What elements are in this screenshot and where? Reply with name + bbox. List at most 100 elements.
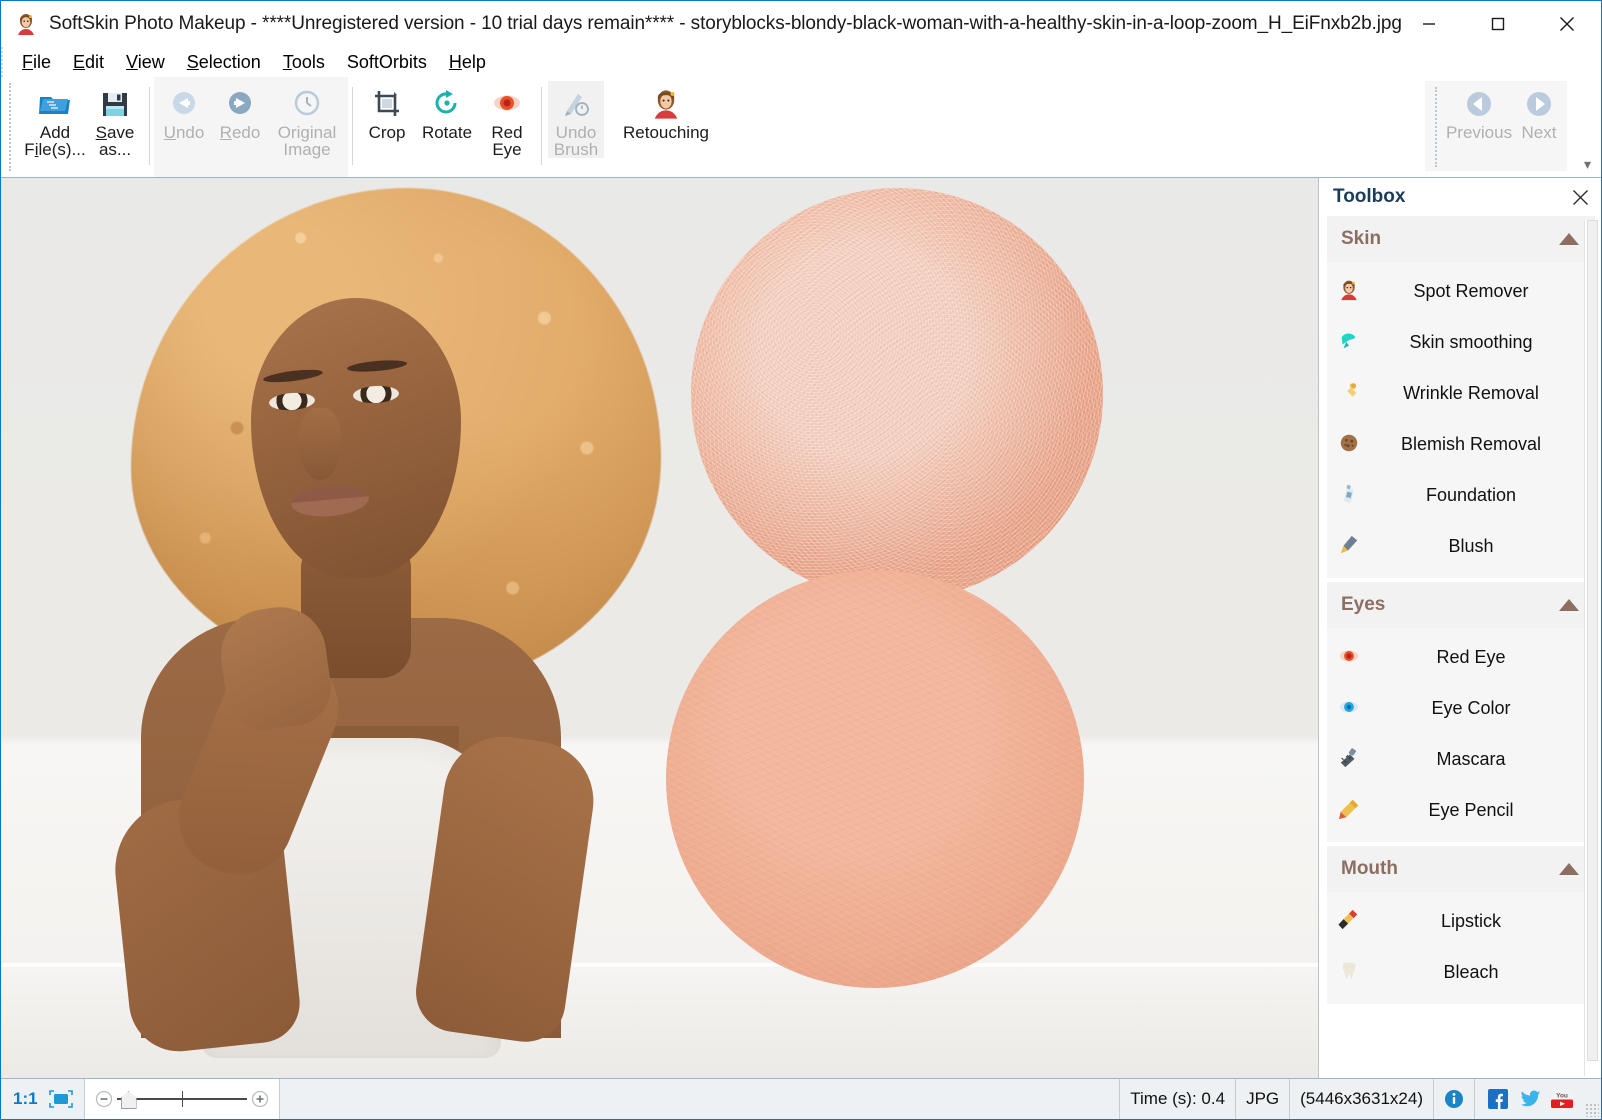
menu-selection[interactable]: Selection: [176, 52, 272, 73]
menu-edit[interactable]: Edit: [62, 52, 115, 73]
wrinkle-tool-icon: [1327, 381, 1371, 407]
pencil-icon: [1327, 798, 1371, 824]
chevron-up-icon[interactable]: [1559, 599, 1579, 611]
window-title: SoftSkin Photo Makeup - ****Unregistered…: [49, 13, 1402, 35]
chevron-up-icon[interactable]: [1559, 863, 1579, 875]
open-folder-icon: [38, 87, 72, 121]
menu-tools[interactable]: Tools: [272, 52, 336, 73]
previous-button[interactable]: Previous: [1447, 81, 1511, 141]
undo-button[interactable]: Undo: [156, 81, 212, 141]
twitter-icon[interactable]: [1519, 1088, 1541, 1110]
toolbox-scrollbar[interactable]: [1584, 220, 1600, 1076]
previous-label: Previous: [1446, 124, 1512, 141]
main-toolbar: Add File(s)... Save as...: [1, 77, 1601, 178]
toolbar-grip[interactable]: [9, 83, 17, 171]
nav-grip[interactable]: [1435, 87, 1443, 167]
red-eye-label-1: Red: [491, 124, 522, 141]
section-header-eyes[interactable]: Eyes: [1327, 582, 1595, 628]
photo-image: [1, 178, 1318, 1078]
rotate-button[interactable]: Rotate: [415, 81, 479, 141]
undo-brush-button[interactable]: Undo Brush: [548, 81, 604, 158]
next-button[interactable]: Next: [1511, 81, 1567, 141]
menu-bar: FFileile Edit View Selection Tools SoftO…: [1, 47, 1601, 77]
woman-avatar-icon: [1327, 279, 1371, 305]
youtube-icon[interactable]: You: [1551, 1088, 1573, 1110]
tool-wrinkle-removal[interactable]: Wrinkle Removal: [1327, 368, 1595, 419]
info-icon[interactable]: [1434, 1079, 1475, 1119]
facebook-icon[interactable]: [1487, 1088, 1509, 1110]
tool-label-skin-smoothing: Skin smoothing: [1371, 332, 1595, 353]
tool-bleach[interactable]: Bleach: [1327, 947, 1595, 998]
menu-view[interactable]: View: [115, 52, 176, 73]
menu-softorbits[interactable]: SoftOrbits: [336, 52, 438, 73]
toolbar-group-edit: Crop Rotate: [357, 77, 537, 177]
section-title-skin: Skin: [1341, 228, 1381, 250]
menu-file[interactable]: FFileile: [11, 52, 62, 73]
zoom-slider-thumb[interactable]: [121, 1091, 137, 1109]
tool-eye-color[interactable]: Eye Color: [1327, 683, 1595, 734]
toolbar-group-navigation: Previous Next: [1425, 81, 1567, 171]
app-icon: [13, 11, 39, 37]
section-body-skin: Spot Remover Skin smoothing: [1327, 262, 1595, 578]
toolbox-close-icon[interactable]: [1569, 186, 1591, 208]
crop-button[interactable]: Crop: [359, 81, 415, 141]
toolbox-scrollbar-thumb[interactable]: [1587, 220, 1598, 1061]
tool-blush[interactable]: Blush: [1327, 521, 1595, 572]
lipstick-icon: [1327, 909, 1371, 935]
menu-help[interactable]: Help: [438, 52, 497, 73]
image-dimensions-label: (5446x3631x24): [1290, 1079, 1434, 1119]
tool-spot-remover[interactable]: Spot Remover: [1327, 266, 1595, 317]
tool-foundation[interactable]: Foundation: [1327, 470, 1595, 521]
chevron-left-circle-icon: [1462, 87, 1496, 121]
section-header-mouth[interactable]: Mouth: [1327, 846, 1595, 892]
original-image-label-2: Image: [283, 141, 330, 158]
chevron-up-icon[interactable]: [1559, 233, 1579, 245]
tool-red-eye[interactable]: Red Eye: [1327, 632, 1595, 683]
tool-skin-smoothing[interactable]: Skin smoothing: [1327, 317, 1595, 368]
redo-button[interactable]: Redo: [212, 81, 268, 141]
toolbar-separator-2: [352, 87, 353, 165]
foundation-bottle-icon: [1327, 483, 1371, 509]
zoom-slider[interactable]: [85, 1079, 280, 1119]
close-button[interactable]: [1532, 1, 1601, 47]
save-as-button[interactable]: Save as...: [87, 81, 143, 158]
zoom-ratio-label[interactable]: 1:1: [1, 1079, 46, 1119]
tool-label-wrinkle-removal: Wrinkle Removal: [1371, 383, 1595, 404]
toolbox-section-mouth: Mouth Lipstick: [1327, 846, 1595, 1004]
minimize-button[interactable]: [1394, 1, 1463, 47]
zoom-slider-track[interactable]: [115, 1090, 249, 1108]
image-canvas[interactable]: [1, 178, 1319, 1078]
resize-grip[interactable]: [1585, 1103, 1599, 1117]
tool-lipstick[interactable]: Lipstick: [1327, 896, 1595, 947]
eye-color-icon: [1327, 696, 1371, 722]
undo-brush-label-2: Brush: [554, 141, 598, 158]
floppy-disk-icon: [98, 87, 132, 121]
tool-label-lipstick: Lipstick: [1371, 911, 1595, 932]
toolbox-panel: Toolbox Skin: [1319, 178, 1601, 1078]
section-header-skin[interactable]: Skin: [1327, 216, 1595, 262]
tool-label-foundation: Foundation: [1371, 485, 1595, 506]
crop-icon: [370, 87, 404, 121]
tool-label-spot-remover: Spot Remover: [1371, 281, 1595, 302]
section-title-eyes: Eyes: [1341, 594, 1385, 616]
add-files-button[interactable]: Add File(s)...: [23, 81, 87, 158]
tool-eye-pencil[interactable]: Eye Pencil: [1327, 785, 1595, 836]
fit-to-window-icon[interactable]: [46, 1079, 85, 1119]
retouching-button[interactable]: Retouching: [604, 81, 728, 141]
zoom-in-icon[interactable]: [249, 1088, 271, 1110]
save-as-label-2: as...: [99, 141, 131, 158]
zoom-out-icon[interactable]: [93, 1088, 115, 1110]
tool-label-bleach: Bleach: [1371, 962, 1595, 983]
title-bar: SoftSkin Photo Makeup - ****Unregistered…: [1, 1, 1601, 47]
tool-mascara[interactable]: Mascara: [1327, 734, 1595, 785]
tooth-icon: [1327, 960, 1371, 986]
mascara-wand-icon: [1327, 747, 1371, 773]
red-eye-button[interactable]: Red Eye: [479, 81, 535, 158]
tool-blemish-removal[interactable]: Blemish Removal: [1327, 419, 1595, 470]
toolbar-group-brush: Undo Brush Retouching: [546, 77, 730, 177]
redo-label: Redo: [220, 124, 261, 141]
maximize-button[interactable]: [1463, 1, 1532, 47]
window-controls: [1394, 1, 1601, 47]
original-image-button[interactable]: Original Image: [268, 81, 346, 158]
toolbar-overflow-icon[interactable]: ▾: [1584, 156, 1591, 173]
